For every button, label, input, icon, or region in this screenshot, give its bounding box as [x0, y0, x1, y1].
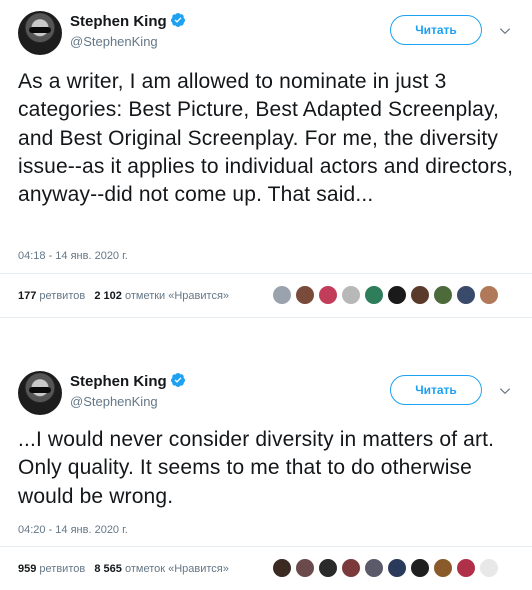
liker-avatar[interactable] — [272, 285, 292, 305]
tweet-2: Stephen King @StephenKing Читать ...I wo… — [0, 360, 532, 590]
avatar[interactable] — [18, 11, 62, 55]
liker-avatar[interactable] — [479, 285, 499, 305]
verified-badge-icon — [170, 13, 185, 27]
author-name[interactable]: Stephen King — [70, 12, 186, 30]
liker-avatar[interactable] — [433, 558, 453, 578]
liker-avatar[interactable] — [456, 558, 476, 578]
divider — [0, 273, 532, 274]
liker-avatar[interactable] — [364, 558, 384, 578]
tweet-text: As a writer, I am allowed to nominate in… — [18, 70, 514, 207]
author-name-text: Stephen King — [70, 373, 167, 390]
divider — [0, 546, 532, 547]
likers-avatars — [272, 558, 502, 578]
chevron-down-icon[interactable] — [498, 24, 512, 38]
liker-avatar[interactable] — [318, 285, 338, 305]
retweets-count: 959 — [18, 563, 37, 575]
liker-avatar[interactable] — [387, 285, 407, 305]
author-name[interactable]: Stephen King — [70, 372, 186, 390]
author-name-text: Stephen King — [70, 13, 167, 30]
divider — [0, 317, 532, 318]
tweet-timestamp[interactable]: 04:18 - 14 янв. 2020 г. — [18, 250, 128, 262]
liker-avatar[interactable] — [341, 285, 361, 305]
follow-button[interactable]: Читать — [390, 375, 482, 405]
likes-count: 2 102 — [94, 290, 122, 302]
verified-badge-icon — [170, 373, 185, 387]
liker-avatar[interactable] — [364, 285, 384, 305]
likes-count: 8 565 — [94, 563, 122, 575]
likers-avatars — [272, 285, 502, 305]
tweet-timestamp[interactable]: 04:20 - 14 янв. 2020 г. — [18, 524, 128, 536]
retweets-count: 177 — [18, 290, 37, 302]
liker-avatar[interactable] — [318, 558, 338, 578]
retweets-label: ретвитов — [39, 290, 86, 302]
avatar[interactable] — [18, 371, 62, 415]
retweets-link[interactable]: 959 ретвитов — [18, 563, 85, 575]
liker-avatar[interactable] — [433, 285, 453, 305]
liker-avatar[interactable] — [456, 285, 476, 305]
tweet-1: Stephen King @StephenKing Читать As a wr… — [0, 0, 532, 318]
chevron-down-icon[interactable] — [498, 384, 512, 398]
likes-link[interactable]: 8 565 отметок «Нравится» — [94, 563, 229, 575]
liker-avatar[interactable] — [295, 285, 315, 305]
engagement-stats: 177 ретвитов 2 102 отметки «Нравится» — [18, 290, 229, 302]
liker-avatar[interactable] — [387, 558, 407, 578]
liker-avatar[interactable] — [410, 558, 430, 578]
engagement-stats: 959 ретвитов 8 565 отметок «Нравится» — [18, 563, 229, 575]
liker-avatar[interactable] — [410, 285, 430, 305]
liker-avatar[interactable] — [341, 558, 361, 578]
likes-label: отметки «Нравится» — [124, 290, 230, 302]
liker-avatar[interactable] — [272, 558, 292, 578]
author-handle[interactable]: @StephenKing — [70, 394, 158, 409]
liker-avatar[interactable] — [479, 558, 499, 578]
retweets-label: ретвитов — [39, 563, 86, 575]
retweets-link[interactable]: 177 ретвитов — [18, 290, 85, 302]
liker-avatar[interactable] — [295, 558, 315, 578]
tweet-text: ...I would never consider diversity in m… — [18, 428, 495, 508]
likes-link[interactable]: 2 102 отметки «Нравится» — [94, 290, 229, 302]
author-handle[interactable]: @StephenKing — [70, 34, 158, 49]
likes-label: отметок «Нравится» — [124, 563, 229, 575]
follow-button[interactable]: Читать — [390, 15, 482, 45]
